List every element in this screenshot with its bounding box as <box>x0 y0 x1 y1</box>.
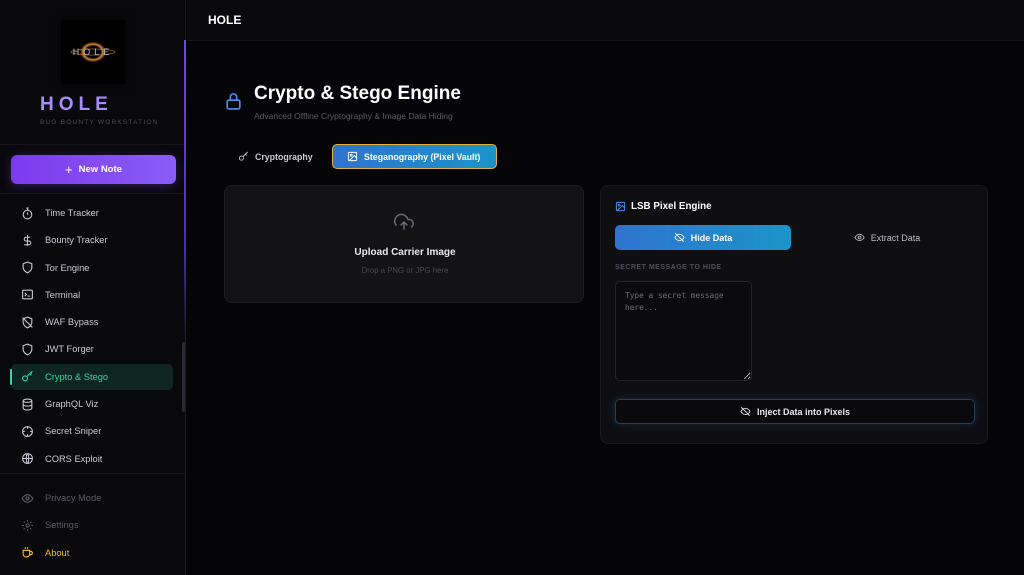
sidebar-item-settings[interactable]: Settings <box>11 512 173 538</box>
app-window: HOLE HOLE BUG BOUNTY WORKSTATION + New N… <box>0 0 1024 575</box>
eye-icon <box>854 233 865 242</box>
page-subtitle: Advanced Offline Cryptography & Image Da… <box>254 111 453 121</box>
sidebar-scrollbar[interactable] <box>182 342 185 412</box>
shield-icon <box>22 343 33 356</box>
sidebar-item-label: Settings <box>45 520 79 531</box>
image-icon <box>347 151 358 162</box>
topbar-title: HOLE <box>208 13 242 27</box>
shield-icon <box>22 261 33 274</box>
key-icon <box>22 370 33 382</box>
lsb-engine-panel: LSB Pixel Engine Hide Data Extract Data … <box>600 185 988 444</box>
database-icon <box>22 398 33 411</box>
sidebar-item-terminal[interactable]: Terminal <box>11 282 173 308</box>
sidebar-divider <box>0 473 186 474</box>
stopwatch-icon <box>22 207 33 219</box>
sidebar-item-label: Tor Engine <box>45 262 90 273</box>
sidebar-item-label: JWT Forger <box>45 344 94 355</box>
sidebar-item-time-tracker[interactable]: Time Tracker <box>11 200 173 226</box>
sidebar-item-label: Time Tracker <box>45 208 99 218</box>
hide-data-button[interactable]: Hide Data <box>615 225 791 250</box>
gear-icon <box>22 519 33 531</box>
inject-data-label: Inject Data into Pixels <box>756 406 851 417</box>
terminal-icon <box>22 290 33 300</box>
sidebar-item-label: Secret Sniper <box>45 426 102 437</box>
extract-data-label: Extract Data <box>870 232 921 243</box>
sidebar-nav: Time Tracker Bounty Tracker Tor Engine T… <box>10 200 173 473</box>
tab-steganography[interactable]: Steganography (Pixel Vault) <box>332 144 497 169</box>
sidebar-item-label: Terminal <box>45 289 81 300</box>
plus-icon: + <box>65 162 73 177</box>
lock-icon <box>226 93 241 110</box>
sidebar-item-label: Bounty Tracker <box>45 235 108 246</box>
sidebar-item-label: Privacy Mode <box>45 493 102 503</box>
upload-dropzone[interactable]: Upload Carrier Image Drop a PNG or JPG h… <box>224 185 584 303</box>
secret-message-label: SECRET MESSAGE TO HIDE <box>615 264 722 271</box>
sidebar-bottom-nav: Privacy Mode Settings About <box>11 485 173 567</box>
hide-data-label: Hide Data <box>690 232 733 243</box>
eye-off-icon <box>740 407 751 416</box>
sidebar-item-waf-bypass[interactable]: WAF Bypass <box>11 309 173 335</box>
sidebar-divider <box>0 144 186 145</box>
brand-title: HOLE <box>40 94 113 115</box>
sidebar-item-jwt-forger[interactable]: JWT Forger <box>11 336 173 362</box>
secret-message-input[interactable] <box>615 281 752 381</box>
new-note-button[interactable]: + New Note <box>11 155 176 184</box>
sidebar-item-label: About <box>45 547 70 558</box>
tab-label: Cryptography <box>255 151 313 162</box>
sidebar-item-cors-exploit[interactable]: CORS Exploit <box>11 446 173 472</box>
sidebar-item-label: CORS Exploit <box>45 453 103 464</box>
sidebar-divider <box>0 193 186 194</box>
inject-data-button[interactable]: Inject Data into Pixels <box>615 399 975 424</box>
eye-icon <box>21 493 34 503</box>
sidebar-item-privacy-mode[interactable]: Privacy Mode <box>11 485 173 511</box>
tab-cryptography[interactable]: Cryptography <box>230 144 322 169</box>
eye-off-icon <box>674 233 685 242</box>
sidebar-item-bounty-tracker[interactable]: Bounty Tracker <box>11 227 173 253</box>
sidebar-item-secret-sniper[interactable]: Secret Sniper <box>11 418 173 444</box>
coffee-icon <box>22 547 33 558</box>
crosshair-icon <box>22 425 33 437</box>
sidebar-item-graphql-viz[interactable]: GraphQL Viz <box>11 391 173 417</box>
new-note-label: New Note <box>78 164 122 175</box>
dollar-icon <box>23 234 32 246</box>
logo-text: HOLE <box>73 47 114 57</box>
upload-hint: Drop a PNG or JPG here <box>361 266 449 275</box>
sidebar-item-label: Crypto & Stego <box>45 371 109 382</box>
page-title: Crypto & Stego Engine <box>254 83 461 104</box>
sidebar-item-about[interactable]: About <box>11 540 173 566</box>
brand-subtitle: BUG BOUNTY WORKSTATION <box>40 119 159 126</box>
sidebar-item-label: GraphQL Viz <box>45 399 99 410</box>
logo: HOLE <box>61 20 125 84</box>
shield-off-icon <box>22 316 33 329</box>
topbar: HOLE <box>187 0 1024 41</box>
image-icon <box>615 201 626 212</box>
sidebar-item-label: WAF Bypass <box>45 317 99 328</box>
sidebar-item-crypto-stego[interactable]: Crypto & Stego <box>10 363 173 390</box>
key-icon <box>238 151 248 161</box>
sidebar-accent-bar <box>184 40 186 340</box>
cloud-upload-icon <box>394 213 414 230</box>
tab-label: Steganography (Pixel Vault) <box>364 151 481 162</box>
sidebar-item-tor-engine[interactable]: Tor Engine <box>11 255 173 281</box>
globe-icon <box>22 453 33 465</box>
upload-title: Upload Carrier Image <box>354 247 456 258</box>
sidebar: HOLE HOLE BUG BOUNTY WORKSTATION + New N… <box>0 0 186 575</box>
extract-data-button[interactable]: Extract Data <box>799 225 975 250</box>
engine-title: LSB Pixel Engine <box>631 201 712 212</box>
